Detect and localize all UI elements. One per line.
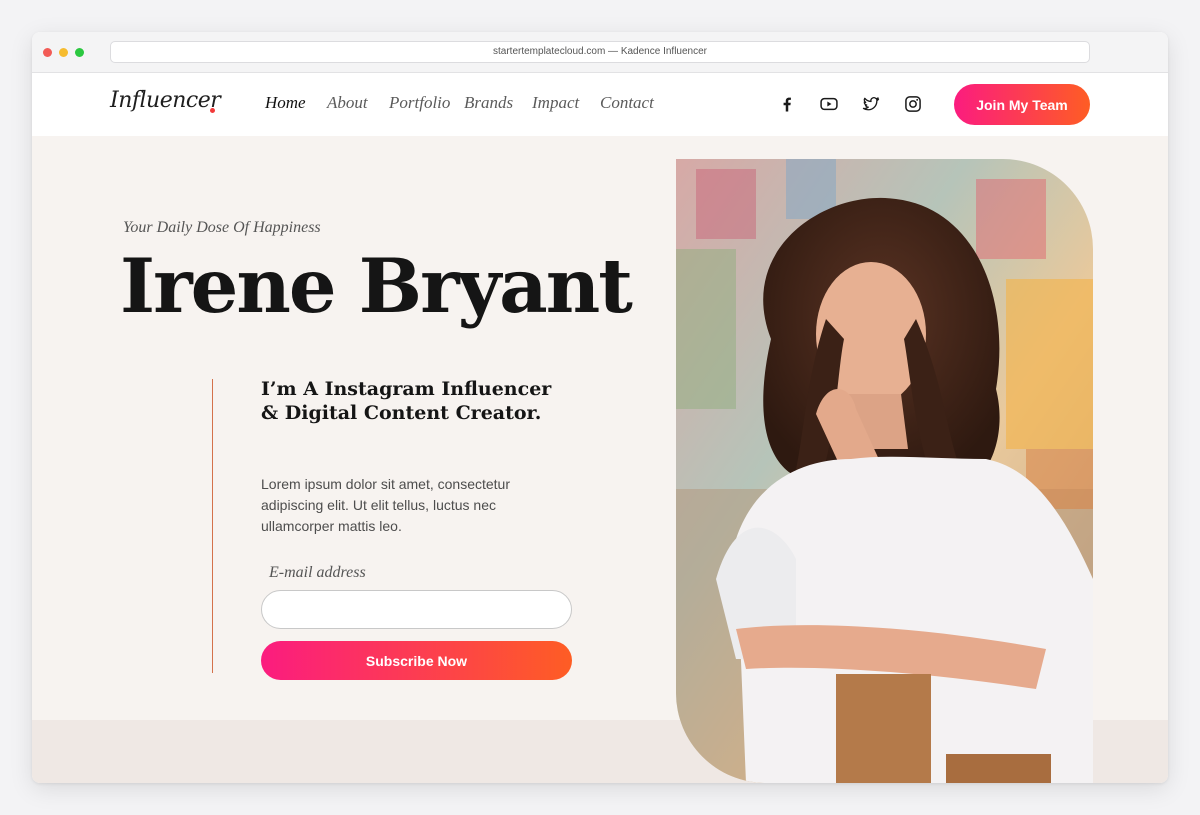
- accent-divider-line: [212, 379, 213, 673]
- subscribe-now-button[interactable]: Subscribe Now: [261, 641, 572, 680]
- join-my-team-button[interactable]: Join My Team: [954, 84, 1090, 125]
- logo-dot: [210, 108, 215, 113]
- site-logo[interactable]: Influencer: [110, 88, 221, 113]
- browser-chrome: startertemplatecloud.com — Kadence Influ…: [32, 32, 1168, 73]
- address-bar[interactable]: startertemplatecloud.com — Kadence Influ…: [110, 41, 1090, 63]
- nav-contact[interactable]: Contact: [600, 93, 654, 113]
- nav-brands[interactable]: Brands: [464, 93, 513, 113]
- hero-subheading: I’m A Instagram Influencer & Digital Con…: [261, 378, 552, 424]
- nav-home[interactable]: Home: [265, 93, 306, 113]
- site-header: Influencer Home About Portfolio Brands I…: [32, 73, 1168, 136]
- instagram-icon[interactable]: [903, 94, 923, 114]
- hero-tagline: Your Daily Dose Of Happiness: [123, 219, 321, 236]
- nav-about[interactable]: About: [327, 93, 368, 113]
- hero-name-heading: Irene Bryant: [120, 242, 633, 330]
- nav-portfolio[interactable]: Portfolio: [389, 93, 450, 113]
- hero-body-text: Lorem ipsum dolor sit amet, consectetur …: [261, 476, 510, 534]
- hero-portrait-image: [676, 159, 1093, 783]
- facebook-icon[interactable]: [777, 94, 797, 114]
- browser-window: startertemplatecloud.com — Kadence Influ…: [32, 32, 1168, 783]
- email-label: E-mail address: [269, 564, 366, 581]
- email-input[interactable]: [261, 590, 572, 629]
- minimize-window-button[interactable]: [59, 48, 68, 57]
- website: Influencer Home About Portfolio Brands I…: [32, 73, 1168, 783]
- twitter-icon[interactable]: [861, 94, 881, 114]
- youtube-icon[interactable]: [819, 94, 839, 114]
- nav-impact[interactable]: Impact: [532, 93, 579, 113]
- maximize-window-button[interactable]: [75, 48, 84, 57]
- close-window-button[interactable]: [43, 48, 52, 57]
